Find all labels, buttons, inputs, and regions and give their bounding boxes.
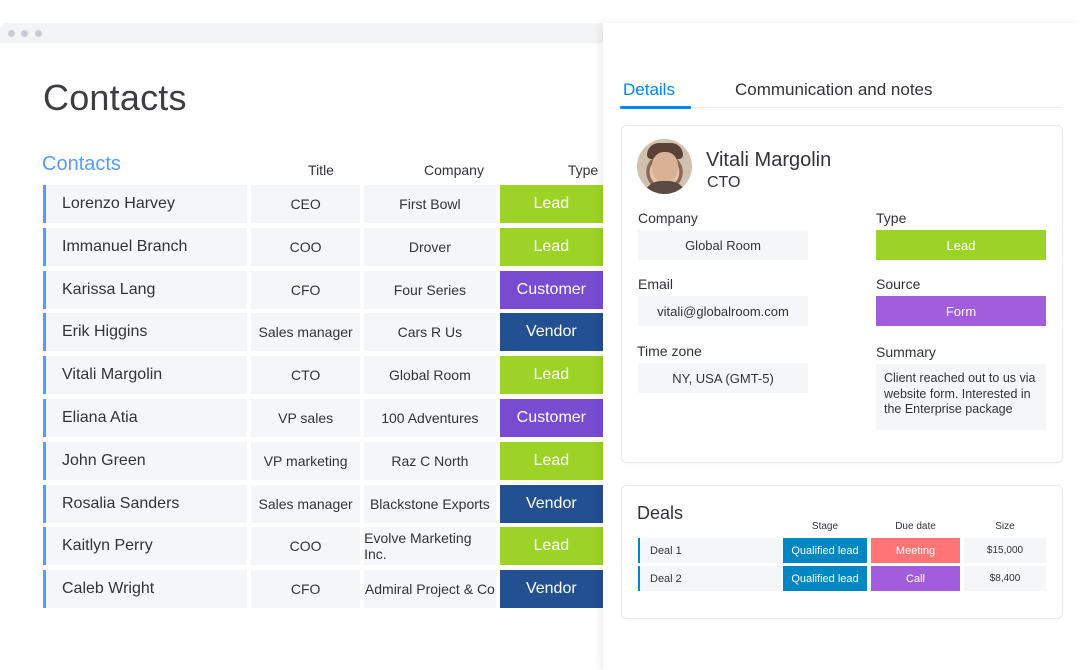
contact-name-cell[interactable]: John Green [43, 441, 248, 480]
time-zone-label: Time zone [637, 343, 702, 359]
deals-header-stage: Stage [811, 521, 839, 532]
contact-type-status[interactable]: Customer [499, 270, 603, 309]
table-row[interactable]: John Green VP marketing Raz C North Lead [43, 441, 603, 480]
email-field[interactable]: vitali@globalroom.com [638, 296, 808, 326]
company-label: Company [638, 210, 698, 226]
contact-company-cell[interactable]: Blackstone Exports [364, 484, 496, 523]
window-maximize-icon[interactable] [35, 30, 42, 37]
deal-row[interactable]: Deal 2 Qualified lead Call $8,400 [638, 566, 1046, 591]
deals-card: Deals Stage Due date Size Deal 1 Qualifi… [621, 485, 1063, 619]
avatar-face [652, 152, 678, 182]
contact-type-status[interactable]: Customer [499, 398, 603, 437]
summary-field[interactable]: Client reached out to us via website for… [876, 364, 1046, 430]
time-zone-field[interactable]: NY, USA (GMT-5) [638, 363, 808, 393]
deal-size[interactable]: $15,000 [964, 538, 1046, 563]
contact-name-cell[interactable]: Caleb Wright [43, 570, 248, 609]
summary-label: Summary [876, 344, 936, 360]
contact-title-cell[interactable]: VP sales [251, 398, 361, 437]
type-label: Type [876, 210, 907, 226]
contact-detail-panel: Details Communication and notes Vitali M… [603, 23, 1080, 670]
table-row[interactable]: Erik Higgins Sales manager Cars R Us Vendor [43, 313, 603, 352]
contact-title: CTO [707, 174, 741, 191]
email-label: Email [638, 276, 674, 292]
deal-name[interactable]: Deal 1 [638, 538, 781, 563]
deal-name[interactable]: Deal 2 [638, 566, 781, 591]
table-row[interactable]: Vitali Margolin CTO Global Room Lead [43, 356, 603, 395]
tab-communication-and-notes[interactable]: Communication and notes [735, 80, 933, 100]
contact-company-cell[interactable]: First Bowl [364, 185, 496, 223]
table-row[interactable]: Caleb Wright CFO Admiral Project & Co Vendo… [43, 570, 603, 609]
contact-name-cell[interactable]: Kaitlyn Perry [43, 527, 248, 566]
table-row[interactable]: Eliana Atia VP sales 100 Adventures Custome… [43, 398, 603, 437]
contact-type-status[interactable]: Vendor [499, 484, 603, 523]
deal-stage-pill[interactable]: Qualified lead [783, 538, 867, 563]
panel-tabs: Details Communication and notes [620, 78, 1062, 109]
contact-title-cell[interactable]: CFO [251, 570, 361, 609]
contact-title-cell[interactable]: VP marketing [251, 441, 361, 480]
contact-company-cell[interactable]: Four Series [364, 270, 496, 309]
contact-name-cell[interactable]: Vitali Margolin [43, 356, 248, 395]
tab-details[interactable]: Details [620, 80, 691, 109]
deal-due-pill[interactable]: Call [871, 566, 960, 591]
table-row[interactable]: Immanuel Branch COO Drover Lead [43, 227, 603, 266]
table-row[interactable]: Lorenzo Harvey CEO First Bowl Lead [43, 185, 603, 223]
contact-company-cell[interactable]: Evolve Marketing Inc. [364, 527, 496, 566]
contacts-table: Lorenzo Harvey CEO First Bowl Lead Immanuel … [43, 185, 603, 613]
deals-header-size: Size [995, 521, 1015, 532]
contact-type-status[interactable]: Lead [499, 527, 603, 566]
company-field[interactable]: Global Room [638, 230, 808, 260]
table-row[interactable]: Karissa Lang CFO Four Series Customer [43, 270, 603, 309]
avatar-shirt [643, 181, 687, 194]
contact-title-cell[interactable]: CTO [251, 356, 361, 395]
contact-type-status[interactable]: Lead [499, 356, 603, 395]
page-title: Contacts [43, 77, 187, 118]
group-title[interactable]: Contacts [42, 153, 121, 176]
column-header-title[interactable]: Title [263, 162, 379, 178]
contact-type-status[interactable]: Lead [499, 227, 603, 266]
contact-title-cell[interactable]: Sales manager [251, 313, 361, 352]
contact-company-cell[interactable]: Global Room [364, 356, 496, 395]
avatar [637, 139, 692, 194]
contact-type-status[interactable]: Lead [499, 185, 603, 223]
contact-title-cell[interactable]: Sales manager [251, 484, 361, 523]
contact-name-cell[interactable]: Lorenzo Harvey [43, 185, 248, 223]
contact-company-cell[interactable]: 100 Adventures [364, 398, 496, 437]
deals-title: Deals [637, 503, 684, 523]
contact-company-cell[interactable]: Raz C North [364, 441, 496, 480]
deal-stage-pill[interactable]: Qualified lead [783, 566, 867, 591]
contact-name-cell[interactable]: Rosalia Sanders [43, 484, 248, 523]
contact-details-card: Vitali Margolin CTO Company Global Room … [621, 125, 1063, 463]
contact-company-cell[interactable]: Admiral Project & Co [364, 570, 496, 609]
table-row[interactable]: Rosalia Sanders Sales manager Blackstone E… [43, 484, 603, 523]
contact-title-cell[interactable]: COO [251, 527, 361, 566]
window-minimize-icon[interactable] [21, 30, 28, 37]
table-row[interactable]: Kaitlyn Perry COO Evolve Marketing Inc. Lea… [43, 527, 603, 566]
contact-title-cell[interactable]: CFO [251, 270, 361, 309]
deal-due-pill[interactable]: Meeting [871, 538, 960, 563]
column-header-company[interactable]: Company [384, 162, 524, 178]
contact-company-cell[interactable]: Cars R Us [364, 313, 496, 352]
deal-size[interactable]: $8,400 [964, 566, 1046, 591]
type-status-pill[interactable]: Lead [876, 230, 1046, 260]
contact-type-status[interactable]: Vendor [499, 570, 603, 609]
source-status-pill[interactable]: Form [876, 296, 1046, 326]
contact-type-status[interactable]: Lead [499, 441, 603, 480]
contact-name: Vitali Margolin [706, 149, 832, 171]
contact-name-cell[interactable]: Karissa Lang [43, 270, 248, 309]
contact-name-cell[interactable]: Eliana Atia [43, 398, 248, 437]
contact-company-cell[interactable]: Drover [364, 227, 496, 266]
contact-name-cell[interactable]: Immanuel Branch [43, 227, 248, 266]
source-label: Source [876, 276, 921, 292]
deals-header-due-date: Due date [895, 521, 936, 532]
contact-title-cell[interactable]: CEO [251, 185, 361, 223]
window-close-icon[interactable] [8, 30, 15, 37]
contact-title-cell[interactable]: COO [251, 227, 361, 266]
contact-type-status[interactable]: Vendor [499, 313, 603, 352]
contact-name-cell[interactable]: Erik Higgins [43, 313, 248, 352]
deal-row[interactable]: Deal 1 Qualified lead Meeting $15,000 [638, 538, 1046, 563]
